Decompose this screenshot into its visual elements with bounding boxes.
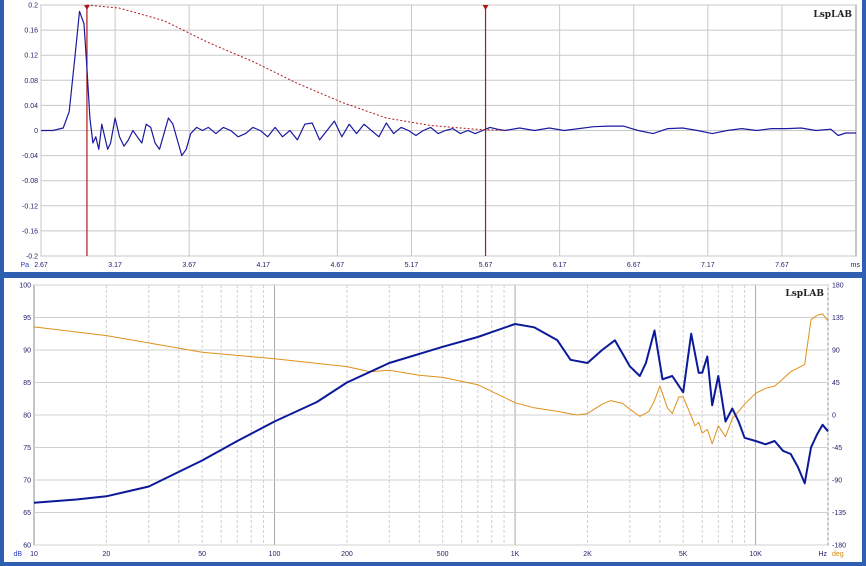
y2-tick-label: 180: [832, 283, 844, 290]
x-tick-label: 5K: [679, 551, 688, 558]
y2-tick-label: 45: [832, 380, 840, 387]
y-tick-label: -0.16: [22, 228, 38, 235]
lsplab-window: 2.67 3.17 3.67 4.17 4.67 5.17 5.67 6.17 6.67 7.17…: [0, 0, 866, 566]
y-tick-label: 0.16: [24, 28, 38, 35]
frequency-response-chart[interactable]: 10 20 50 100 200 500 1K 2K 5K 10K 100 95 90 85 80 75 70 6…: [4, 278, 862, 562]
y-tick-label: 0.12: [24, 53, 38, 60]
x-tick-label: 50: [198, 551, 206, 558]
y-tick-label: 80: [23, 413, 31, 420]
lsplab-logo: LspLAB: [785, 289, 824, 299]
x-tick-label: 6.17: [553, 262, 567, 269]
y-unit-label: Pa: [20, 262, 29, 269]
x-tick-label: 5.67: [479, 262, 493, 269]
frequency-response-panel: 10 20 50 100 200 500 1K 2K 5K 10K 100 95 90 85 80 75 70 6…: [4, 278, 862, 562]
y-tick-label: 0: [34, 128, 38, 135]
y-tick-label: -0.2: [26, 254, 38, 261]
x-tick-label: 10: [30, 551, 38, 558]
x-tick-label: 20: [103, 551, 111, 558]
y-tick-label: 90: [23, 348, 31, 355]
x-tick-label: 3.67: [182, 262, 196, 269]
x-tick-label: 7.67: [775, 262, 789, 269]
x-unit-label: ms: [851, 262, 861, 269]
x-tick-label: 500: [437, 551, 449, 558]
x-tick-label: 100: [269, 551, 281, 558]
y-tick-label: 100: [19, 283, 31, 290]
y2-tick-label: -45: [832, 445, 842, 452]
y2-unit-label: deg: [832, 551, 844, 558]
y2-tick-label: -90: [832, 478, 842, 485]
x-tick-label: 4.67: [331, 262, 345, 269]
y-tick-label: 0.2: [28, 3, 38, 10]
impulse-response-panel: 2.67 3.17 3.67 4.17 4.67 5.17 5.67 6.17 6.67 7.17…: [4, 0, 862, 272]
x-tick-label: 2K: [583, 551, 592, 558]
y-tick-label: 65: [23, 510, 31, 517]
x-tick-label: 1K: [511, 551, 520, 558]
lsplab-logo: LspLAB: [813, 10, 852, 20]
x-unit-label: Hz: [818, 551, 827, 558]
y-tick-label: -0.04: [22, 153, 38, 160]
y-unit-label: dB: [13, 551, 22, 558]
y-tick-label: 95: [23, 315, 31, 322]
y-tick-label: 60: [23, 543, 31, 550]
y-tick-label: -0.12: [22, 203, 38, 210]
x-tick-label: 5.17: [405, 262, 419, 269]
y-tick-label: 75: [23, 445, 31, 452]
x-tick-label: 2.67: [34, 262, 48, 269]
y-tick-label: 0.04: [24, 103, 38, 110]
x-tick-label: 6.67: [627, 262, 641, 269]
y2-tick-label: 90: [832, 348, 840, 355]
y2-tick-label: 135: [832, 315, 844, 322]
x-tick-label: 4.17: [256, 262, 270, 269]
x-tick-label: 10K: [749, 551, 762, 558]
y-tick-label: 70: [23, 478, 31, 485]
y2-tick-label: -135: [832, 510, 846, 517]
y-tick-label: 85: [23, 380, 31, 387]
x-tick-label: 7.17: [701, 262, 715, 269]
x-tick-label: 200: [341, 551, 353, 558]
x-tick-label: 3.17: [108, 262, 122, 269]
impulse-response-chart[interactable]: 2.67 3.17 3.67 4.17 4.67 5.17 5.67 6.17 6.67 7.17…: [4, 0, 862, 272]
y-tick-label: -0.08: [22, 178, 38, 185]
y2-tick-label: 0: [832, 413, 836, 420]
y-tick-label: 0.08: [24, 78, 38, 85]
y2-tick-label: -180: [832, 543, 846, 550]
